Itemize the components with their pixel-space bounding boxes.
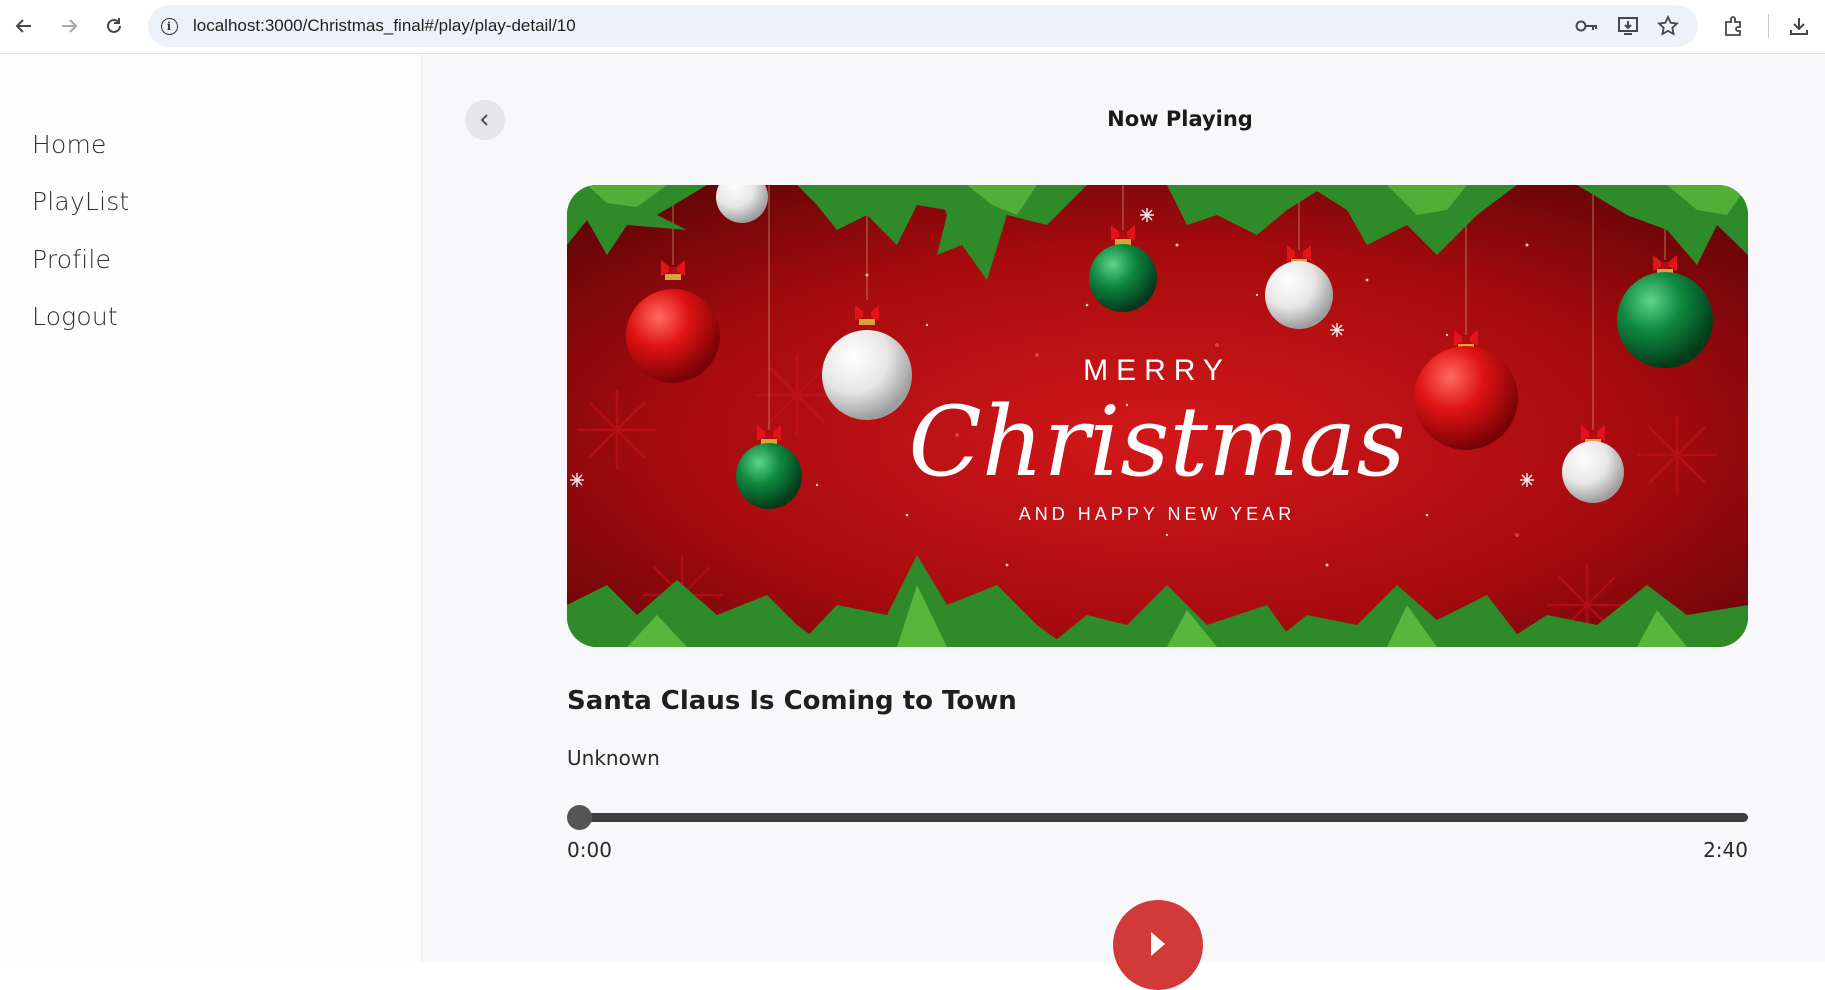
play-button[interactable] — [1113, 900, 1203, 990]
back-button[interactable] — [465, 100, 505, 140]
sidebar-nav: Home PlayList Profile Logout — [0, 55, 422, 963]
album-cover: MERRY Christmas AND HAPPY NEW YEAR — [567, 185, 1748, 647]
sidebar-item-playlist[interactable]: PlayList — [32, 187, 129, 216]
sidebar-item-profile[interactable]: Profile — [32, 245, 111, 274]
address-bar[interactable]: i localhost:3000/Christmas_final#/play/p… — [148, 5, 1698, 47]
install-app-icon[interactable] — [1613, 11, 1643, 41]
downloads-icon[interactable] — [1784, 11, 1814, 41]
song-artist: Unknown — [567, 746, 660, 770]
cover-line-merry: MERRY — [1083, 354, 1231, 387]
url-text[interactable]: localhost:3000/Christmas_final#/play/pla… — [193, 16, 576, 36]
sidebar-item-logout[interactable]: Logout — [32, 302, 118, 331]
site-info-icon[interactable]: i — [156, 13, 182, 39]
cover-line-christmas: Christmas — [908, 386, 1405, 498]
progress-slider-thumb[interactable] — [567, 805, 592, 830]
bookmark-star-icon[interactable] — [1653, 11, 1683, 41]
song-title: Santa Claus Is Coming to Town — [567, 686, 1017, 716]
browser-toolbar: i localhost:3000/Christmas_final#/play/p… — [0, 0, 1825, 54]
cover-line-newyear: AND HAPPY NEW YEAR — [1019, 504, 1295, 524]
sidebar-item-home[interactable]: Home — [32, 130, 107, 159]
password-key-icon[interactable] — [1572, 11, 1602, 41]
page-title: Now Playing — [1107, 107, 1253, 131]
back-icon[interactable] — [8, 10, 40, 42]
current-time: 0:00 — [567, 838, 612, 862]
total-time: 2:40 — [1703, 838, 1748, 862]
play-icon — [1151, 932, 1165, 956]
progress-slider[interactable] — [570, 813, 1748, 822]
chevron-left-icon — [480, 114, 488, 126]
reload-icon[interactable] — [98, 10, 130, 42]
extensions-icon[interactable] — [1718, 11, 1748, 41]
toolbar-divider — [1768, 14, 1769, 38]
forward-icon[interactable] — [53, 10, 85, 42]
